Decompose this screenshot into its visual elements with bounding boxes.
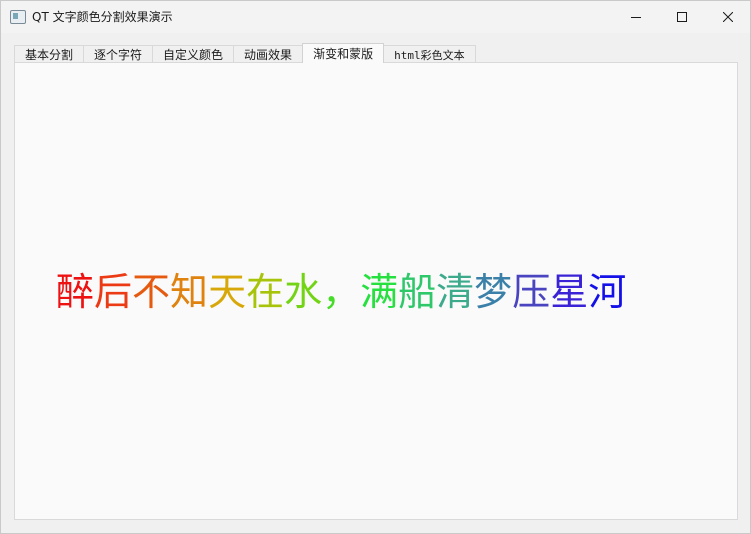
poem-char: 船 — [398, 270, 437, 314]
poem-char: 后 — [94, 270, 133, 314]
poem-char: 清 — [436, 270, 475, 314]
minimize-icon — [631, 17, 641, 18]
poem-char: 星 — [550, 270, 589, 314]
tab-custom-color[interactable]: 自定义颜色 — [152, 45, 235, 63]
tab-gradient-mask[interactable]: 渐变和蒙版 — [302, 43, 385, 63]
poem-char: 河 — [588, 270, 627, 314]
tab-per-character[interactable]: 逐个字符 — [83, 45, 154, 63]
tab-animation[interactable]: 动画效果 — [233, 45, 304, 63]
poem-char: 醉 — [56, 270, 95, 314]
close-button[interactable] — [705, 1, 751, 33]
tab-bar: 基本分割 逐个字符 自定义颜色 动画效果 渐变和蒙版 html彩色文本 — [14, 43, 476, 63]
maximize-icon — [677, 12, 687, 22]
title-bar[interactable]: QT 文字颜色分割效果演示 — [1, 1, 750, 33]
poem-char: 压 — [512, 270, 551, 314]
close-icon — [723, 12, 733, 22]
poem-char: 满 — [360, 270, 399, 314]
poem-char: 知 — [170, 270, 209, 314]
minimize-button[interactable] — [613, 1, 659, 33]
maximize-button[interactable] — [659, 1, 705, 33]
tab-html-color-text[interactable]: html彩色文本 — [383, 45, 476, 63]
poem-char: 天 — [208, 270, 247, 314]
window-title: QT 文字颜色分割效果演示 — [32, 10, 173, 24]
poem-char: ， — [322, 270, 361, 314]
app-window-icon — [10, 10, 26, 24]
poem-char: 在 — [246, 270, 285, 314]
poem-char: 不 — [132, 270, 171, 314]
tab-basic-split[interactable]: 基本分割 — [14, 45, 85, 63]
poem-char: 水 — [284, 270, 323, 314]
app-window: QT 文字颜色分割效果演示 基本分割 逐个字符 自定义颜色 动画效果 渐变和蒙版… — [0, 0, 751, 534]
gradient-poem-text: 醉后不知天在水，满船清梦压星河 — [56, 267, 696, 317]
poem-char: 梦 — [474, 270, 513, 314]
